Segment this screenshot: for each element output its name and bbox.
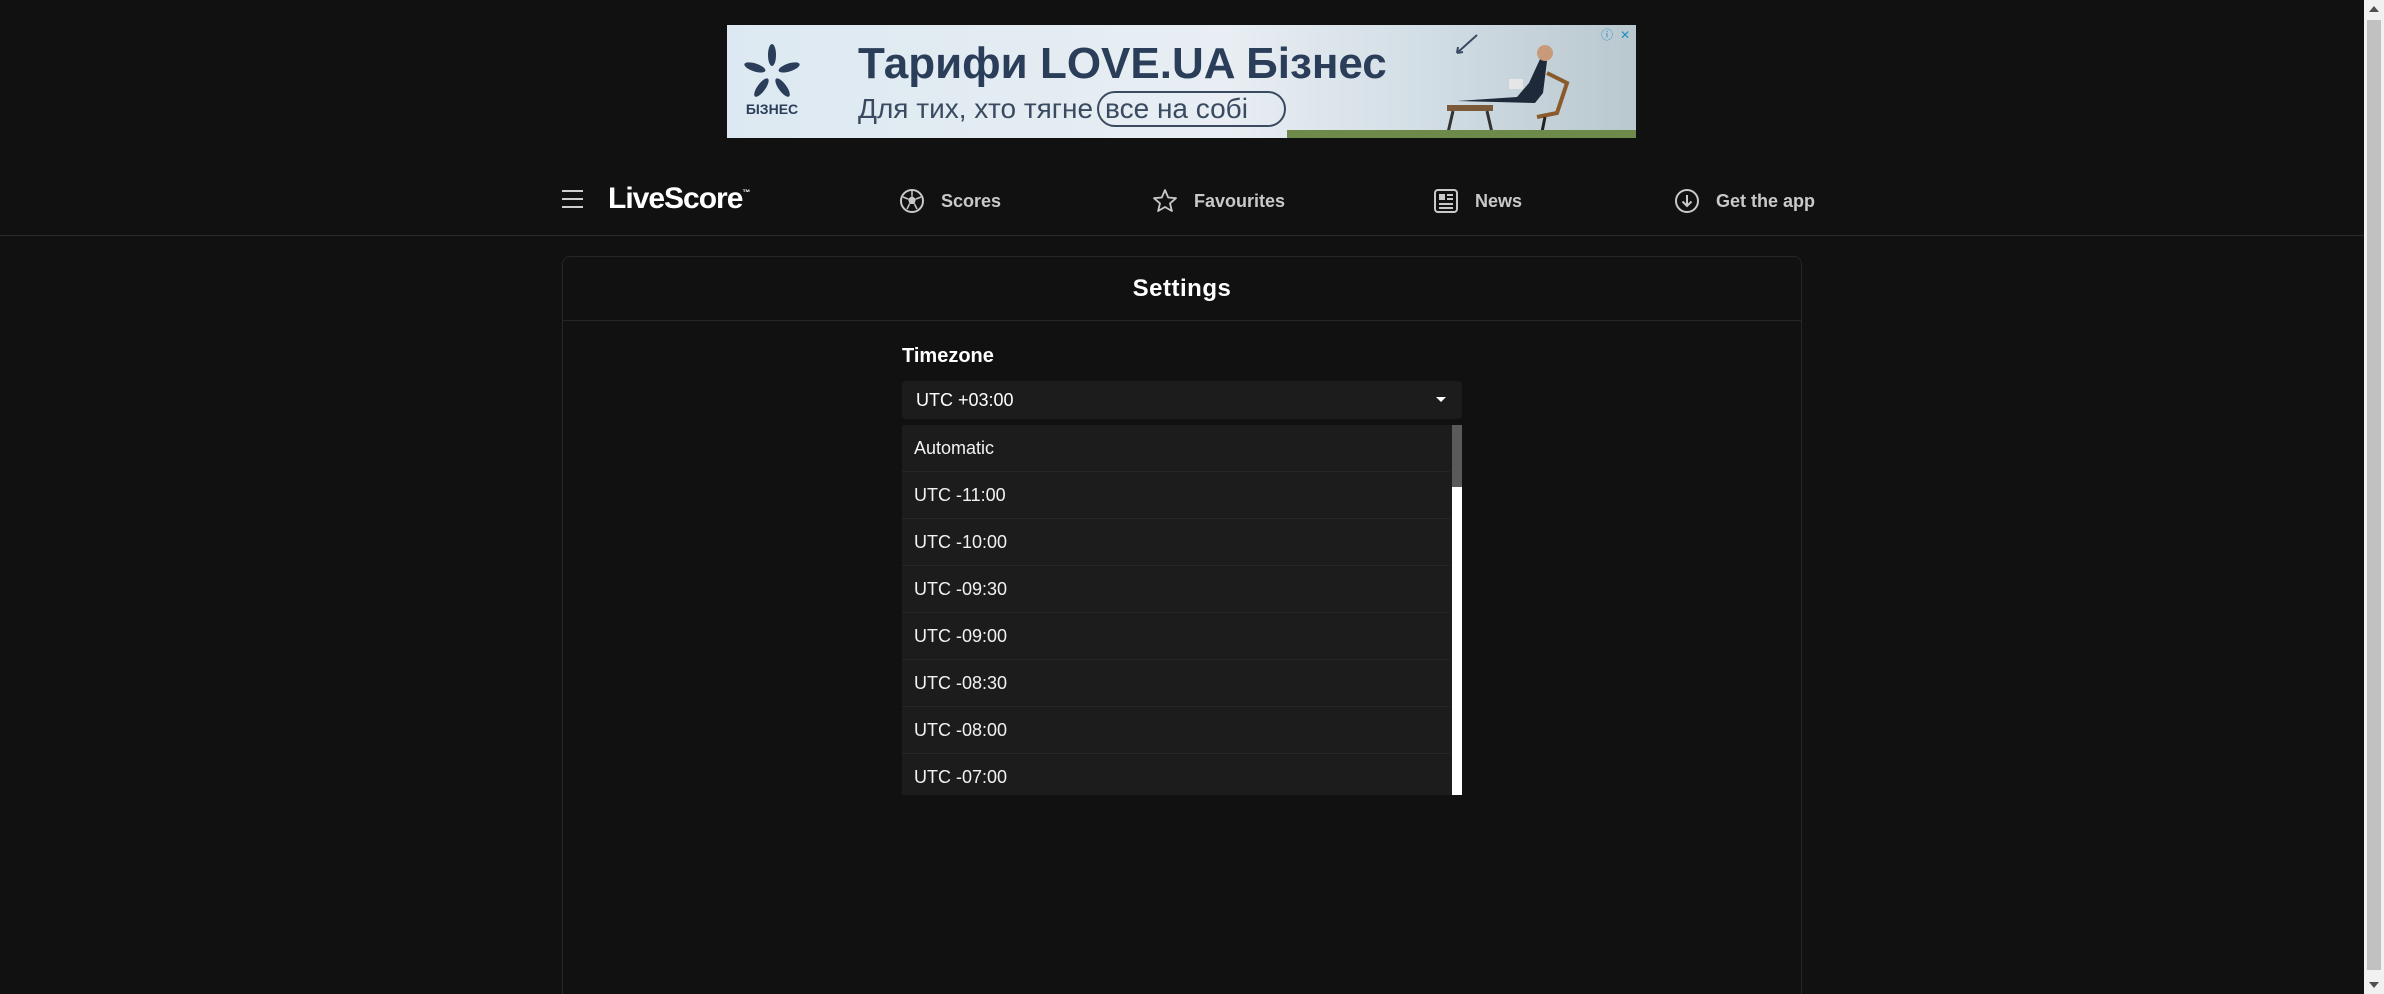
kyivstar-star-icon [744, 44, 800, 97]
news-icon [1434, 189, 1458, 213]
nav-scores[interactable]: Scores [899, 186, 1001, 216]
timezone-selected-value: UTC +03:00 [916, 389, 1014, 410]
nav-get-app-label: Get the app [1716, 190, 1816, 211]
nav-news[interactable]: News [1433, 186, 1522, 216]
page-title: Settings [563, 257, 1801, 321]
ad-subtitle-pill: все на собі [1097, 91, 1286, 127]
logo-text: LiveScore [608, 182, 743, 215]
caret-down-icon [1436, 397, 1446, 402]
page-scrollbar[interactable] [2364, 0, 2384, 994]
ad-banner[interactable]: БІЗНЕС Тарифи LOVE.UA Бізнес Для тих, хт… [727, 25, 1636, 138]
timezone-option[interactable]: UTC -09:00 [902, 613, 1450, 660]
nav-favourites[interactable]: Favourites [1152, 186, 1285, 216]
ad-close-icon[interactable]: ✕ [1618, 28, 1632, 42]
ad-title: Тарифи LOVE.UA Бізнес [858, 39, 1387, 88]
timezone-option[interactable]: UTC -11:00 [902, 472, 1450, 519]
nav-get-app[interactable]: Get the app [1674, 186, 1815, 216]
timezone-option[interactable]: UTC -08:00 [902, 707, 1450, 754]
timezone-select[interactable]: UTC +03:00 [902, 381, 1462, 419]
settings-panel: Settings Timezone UTC +03:00 Automatic U… [562, 256, 1802, 994]
timezone-label: Timezone [902, 345, 994, 367]
timezone-option[interactable]: UTC -09:30 [902, 566, 1450, 613]
options-scrollbar-thumb[interactable] [1452, 425, 1462, 487]
site-header: LiveScore™ Scores Favourites News Get th… [0, 168, 2364, 236]
scroll-up-icon[interactable] [2369, 6, 2379, 12]
ad-grass [1287, 130, 1636, 138]
timezone-option[interactable]: UTC -10:00 [902, 519, 1450, 566]
ad-subtitle: Для тих, хто тягне все на собі [858, 91, 1286, 127]
timezone-option[interactable]: UTC -08:30 [902, 660, 1450, 707]
nav-favourites-label: Favourites [1194, 190, 1286, 211]
scroll-down-icon[interactable] [2369, 982, 2379, 988]
ad-subtitle-text: Для тих, хто тягне [858, 93, 1094, 124]
ad-brand-logo: БІЗНЕС [741, 43, 803, 123]
page: БІЗНЕС Тарифи LOVE.UA Бізнес Для тих, хт… [0, 0, 2384, 994]
nav-news-label: News [1475, 190, 1523, 211]
download-icon [1675, 189, 1699, 213]
football-icon [900, 189, 924, 213]
ad-controls: ⓘ ✕ [1600, 28, 1632, 42]
ad-info-icon[interactable]: ⓘ [1600, 28, 1614, 42]
nav-scores-label: Scores [941, 190, 1002, 211]
ad-person-illustration [1445, 34, 1570, 138]
livescore-logo[interactable]: LiveScore™ [608, 182, 750, 216]
logo-trademark: ™ [742, 188, 751, 197]
star-icon [1153, 189, 1177, 212]
timezone-option[interactable]: Automatic [902, 425, 1450, 472]
timezone-options-list[interactable]: Automatic UTC -11:00 UTC -10:00 UTC -09:… [902, 425, 1462, 795]
timezone-option[interactable]: UTC -07:00 [902, 754, 1450, 795]
menu-icon[interactable] [562, 190, 583, 208]
ad-brand-text: БІЗНЕС [745, 101, 799, 117]
page-scrollbar-thumb[interactable] [2367, 20, 2381, 970]
